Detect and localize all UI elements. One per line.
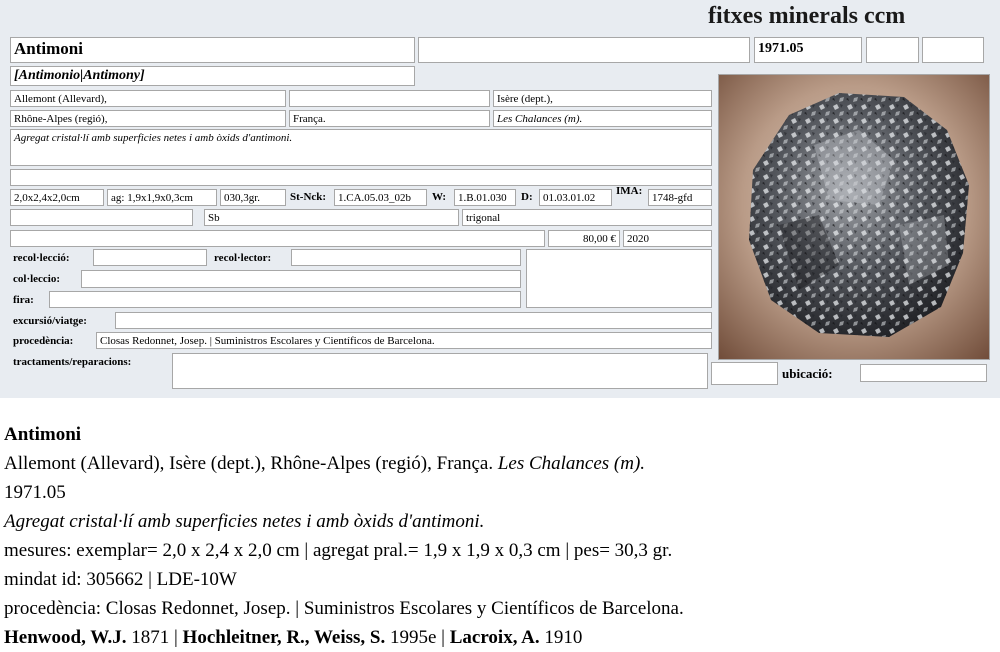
treatments-label: tractaments/reparacions: xyxy=(13,356,132,368)
code-extra-field-1[interactable] xyxy=(866,37,919,63)
reference-year: 1995e xyxy=(389,627,437,648)
mineral-card: fitxes minerals ccm Antimoni 1971.05 [An… xyxy=(0,0,1000,398)
summary-locality: Allemont (Allevard), Isère (dept.), Rhôn… xyxy=(4,453,494,474)
specimen-size-field[interactable]: 2,0x2,4x2,0cm xyxy=(10,189,104,206)
collector-field[interactable] xyxy=(291,249,521,266)
locality-site2-field[interactable] xyxy=(289,90,490,107)
w-field[interactable]: 1.B.01.030 xyxy=(454,189,516,206)
w-label: W: xyxy=(432,191,447,203)
crystal-system-field[interactable]: trigonal xyxy=(462,209,712,226)
summary-name: Antimoni xyxy=(4,424,82,445)
ima-label: IMA: xyxy=(616,185,643,197)
reference-author: Hochleitner, R., Weiss, S. xyxy=(182,627,386,648)
reference-year: 1910 xyxy=(544,627,583,648)
recollection-label: recol·lecció: xyxy=(13,252,70,264)
location-label: ubicació: xyxy=(782,366,833,381)
price-note-field[interactable] xyxy=(10,230,545,247)
notes-field[interactable] xyxy=(10,169,712,186)
locality-dept-field[interactable]: Isère (dept.), xyxy=(493,90,712,107)
code-extra-field-2[interactable] xyxy=(922,37,984,63)
synonyms-field[interactable]: [Antimonio|Antimony] xyxy=(10,66,415,86)
treatments-field[interactable] xyxy=(172,353,708,389)
strunz-field[interactable]: 1.CA.05.03_02b xyxy=(334,189,427,206)
trip-field[interactable] xyxy=(115,312,712,329)
fair-field[interactable] xyxy=(49,291,521,308)
provenance-label: procedència: xyxy=(13,335,74,347)
summary-code: 1971.05 xyxy=(4,482,66,503)
locality-mine-field[interactable]: Les Chalances (m). xyxy=(493,110,712,127)
locality-site-field[interactable]: Allemont (Allevard), xyxy=(10,90,286,107)
reference-author: Lacroix, A. xyxy=(449,627,540,648)
catalog-code-field[interactable]: 1971.05 xyxy=(754,37,862,63)
summary-provenance: procedència: Closas Redonnet, Josep. | S… xyxy=(4,598,684,619)
side-notes-field[interactable] xyxy=(526,249,712,308)
aggregate-size-field[interactable]: ag: 1,9x1,9x0,3cm xyxy=(107,189,217,206)
provenance-field[interactable]: Closas Redonnet, Josep. | Suministros Es… xyxy=(96,332,712,349)
summary-ids: mindat id: 305662 | LDE-10W xyxy=(4,569,237,590)
location-field[interactable] xyxy=(860,364,987,382)
d-label: D: xyxy=(521,191,533,203)
trip-label: excursió/viatge: xyxy=(13,315,87,327)
alt-name-field[interactable] xyxy=(418,37,750,63)
collector-label: recol·lector: xyxy=(214,252,272,264)
summary-mine: Les Chalances (m). xyxy=(497,453,646,474)
specimen-image xyxy=(719,75,989,359)
description-field[interactable]: Agregat cristal·lí amb superficies netes… xyxy=(10,129,712,166)
summary-references: Henwood, W.J. 1871 | Hochleitner, R., We… xyxy=(4,627,583,648)
chem-blank-field[interactable] xyxy=(10,209,193,226)
brand-title: fitxes minerals ccm xyxy=(708,3,906,29)
formula-field[interactable]: Sb xyxy=(204,209,459,226)
specimen-photo xyxy=(718,74,990,360)
locality-country-field[interactable]: França. xyxy=(289,110,490,127)
reference-author: Henwood, W.J. xyxy=(4,627,127,648)
recollection-field[interactable] xyxy=(93,249,207,266)
summary-measures: mesures: exemplar= 2,0 x 2,4 x 2,0 cm | … xyxy=(4,540,673,561)
collection-field[interactable] xyxy=(81,270,521,288)
locality-region-field[interactable]: Rhône-Alpes (regió), xyxy=(10,110,286,127)
collection-label: col·leccio: xyxy=(13,273,61,285)
specimen-summary: Antimoni Allemont (Allevard), Isère (dep… xyxy=(4,420,994,652)
fair-label: fira: xyxy=(13,294,34,306)
reference-year: 1871 xyxy=(131,627,170,648)
strunz-label: St-Nck: xyxy=(290,191,327,203)
location-pre-field[interactable] xyxy=(711,362,778,385)
ima-field[interactable]: 1748-gfd xyxy=(648,189,712,206)
weight-field[interactable]: 030,3gr. xyxy=(220,189,286,206)
summary-locality-line: Allemont (Allevard), Isère (dept.), Rhôn… xyxy=(4,449,994,478)
summary-description: Agregat cristal·lí amb superficies netes… xyxy=(4,511,485,532)
d-field[interactable]: 01.03.01.02 xyxy=(539,189,612,206)
mineral-name-field[interactable]: Antimoni xyxy=(10,37,415,63)
price-field[interactable]: 80,00 € xyxy=(548,230,620,247)
year-field[interactable]: 2020 xyxy=(623,230,712,247)
